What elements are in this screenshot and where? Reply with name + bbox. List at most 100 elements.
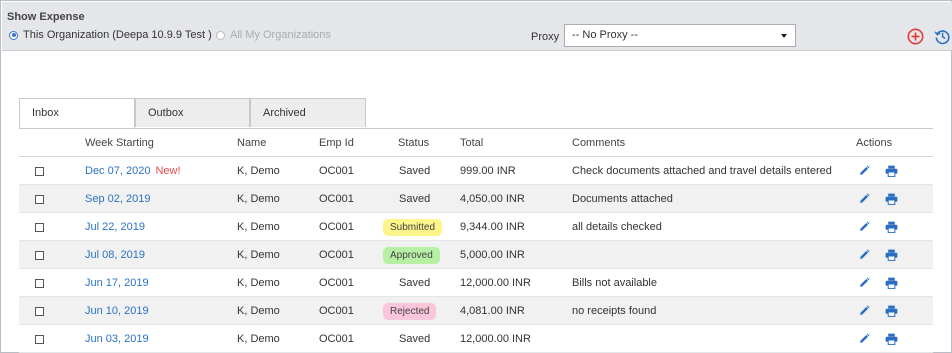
week-starting-cell: Jul 22, 2019 (85, 213, 145, 241)
row-checkbox[interactable] (35, 307, 44, 316)
status-badge: Approved (383, 247, 440, 264)
table-row: Jun 03, 2019 K, Demo OC001 Saved 12,000.00 I… (19, 325, 933, 353)
column-name[interactable]: Name (237, 129, 266, 157)
row-checkbox[interactable] (35, 223, 44, 232)
comments-cell: no receipts found (572, 305, 657, 317)
week-starting-link[interactable]: Dec 07, 2020 (85, 165, 150, 177)
column-comments[interactable]: Comments (572, 129, 625, 157)
status-text: Saved (399, 277, 431, 289)
table-header: Week Starting Name Emp Id Status Total C… (19, 129, 933, 157)
week-starting-cell: Dec 07, 2020 New! (85, 157, 181, 185)
comments-cell: Bills not available (572, 277, 657, 289)
tab-inbox[interactable]: Inbox (19, 98, 135, 128)
week-starting-link[interactable]: Jun 10, 2019 (85, 305, 149, 317)
radio-checked-icon[interactable] (9, 30, 18, 40)
pencil-icon[interactable] (858, 333, 870, 345)
emp-id-cell: OC001 (319, 277, 354, 289)
table-row: Sep 02, 2019 K, Demo OC001 Saved 4,050.00 IN… (19, 185, 933, 213)
this-organization-label: This Organization (Deepa 10.9.9 Test ) (23, 29, 212, 41)
proxy-selected-value: -- No Proxy -- (572, 29, 638, 41)
comments-cell: Documents attached (572, 193, 673, 205)
row-checkbox[interactable] (35, 279, 44, 288)
pencil-icon[interactable] (858, 165, 870, 177)
name-cell: K, Demo (237, 305, 280, 317)
row-checkbox[interactable] (35, 167, 44, 176)
printer-icon[interactable] (885, 193, 898, 205)
name-cell: K, Demo (237, 221, 280, 233)
chevron-down-icon (781, 34, 787, 38)
plus-circle-icon[interactable] (907, 28, 924, 45)
column-emp-id[interactable]: Emp Id (319, 129, 354, 157)
total-cell: 4,050.00 INR (460, 193, 525, 205)
table-row: Jun 17, 2019 K, Demo OC001 Saved 12,000.00 I… (19, 269, 933, 297)
status-badge: Rejected (383, 303, 437, 320)
pencil-icon[interactable] (858, 277, 870, 289)
tab-archived[interactable]: Archived (250, 98, 366, 127)
proxy-select[interactable]: -- No Proxy -- (564, 24, 796, 47)
expense-panel: Show Expense This Organization (Deepa 10… (0, 0, 952, 353)
radio-unchecked-icon[interactable] (216, 30, 225, 40)
table-row: Jul 08, 2019 K, Demo OC001 Approved 5,000.00… (19, 241, 933, 269)
table-row: Jul 22, 2019 K, Demo OC001 Submitted 9,344.0… (19, 213, 933, 241)
status-text: Saved (399, 193, 431, 205)
table-body: Dec 07, 2020 New! K, Demo OC001 Saved 999.00 … (19, 157, 933, 353)
status-text: Saved (399, 165, 431, 177)
table-row: Jun 10, 2019 K, Demo OC001 Rejected 4,081.00… (19, 297, 933, 325)
total-cell: 12,000.00 INR (460, 277, 531, 289)
pencil-icon[interactable] (858, 249, 870, 261)
proxy-label: Proxy (531, 31, 560, 43)
week-starting-link[interactable]: Sep 02, 2019 (85, 193, 150, 205)
week-starting-cell: Jun 10, 2019 (85, 297, 149, 325)
pencil-icon[interactable] (858, 305, 870, 317)
week-starting-link[interactable]: Jul 22, 2019 (85, 221, 145, 233)
week-starting-cell: Jun 17, 2019 (85, 269, 149, 297)
status-badge: Submitted (383, 219, 443, 236)
all-organizations-radio[interactable]: All My Organizations (216, 29, 331, 41)
column-total[interactable]: Total (460, 129, 483, 157)
this-organization-radio[interactable]: This Organization (Deepa 10.9.9 Test ) (9, 29, 212, 41)
week-starting-cell: Jun 03, 2019 (85, 325, 149, 353)
comments-cell: all details checked (572, 221, 662, 233)
emp-id-cell: OC001 (319, 333, 354, 345)
pencil-icon[interactable] (858, 221, 870, 233)
emp-id-cell: OC001 (319, 193, 354, 205)
week-starting-cell: Jul 08, 2019 (85, 241, 145, 269)
tab-outbox[interactable]: Outbox (135, 98, 250, 127)
name-cell: K, Demo (237, 165, 280, 177)
pencil-icon[interactable] (858, 193, 870, 205)
row-checkbox[interactable] (35, 251, 44, 260)
printer-icon[interactable] (885, 221, 898, 233)
printer-icon[interactable] (885, 305, 898, 317)
history-icon[interactable] (934, 28, 951, 45)
table-row: Dec 07, 2020 New! K, Demo OC001 Saved 999.00 … (19, 157, 933, 185)
name-cell: K, Demo (237, 277, 280, 289)
printer-icon[interactable] (885, 249, 898, 261)
all-organizations-label: All My Organizations (230, 29, 331, 41)
week-starting-link[interactable]: Jul 08, 2019 (85, 249, 145, 261)
column-week-starting[interactable]: Week Starting (85, 129, 154, 157)
week-starting-link[interactable]: Jun 03, 2019 (85, 333, 149, 345)
column-status[interactable]: Status (398, 129, 429, 157)
emp-id-cell: OC001 (319, 249, 354, 261)
printer-icon[interactable] (885, 277, 898, 289)
emp-id-cell: OC001 (319, 221, 354, 233)
name-cell: K, Demo (237, 249, 280, 261)
total-cell: 4,081.00 INR (460, 305, 525, 317)
emp-id-cell: OC001 (319, 305, 354, 317)
total-cell: 5,000.00 INR (460, 249, 525, 261)
total-cell: 999.00 INR (460, 165, 516, 177)
row-checkbox[interactable] (35, 195, 44, 204)
emp-id-cell: OC001 (319, 165, 354, 177)
expense-table: Week Starting Name Emp Id Status Total C… (19, 128, 933, 353)
row-checkbox[interactable] (35, 335, 44, 344)
name-cell: K, Demo (237, 193, 280, 205)
page-title: Show Expense (7, 11, 85, 23)
printer-icon[interactable] (885, 165, 898, 177)
week-starting-cell: Sep 02, 2019 (85, 185, 150, 213)
week-starting-link[interactable]: Jun 17, 2019 (85, 277, 149, 289)
new-tag: New! (155, 165, 181, 177)
comments-cell: Check documents attached and travel deta… (572, 165, 832, 177)
printer-icon[interactable] (885, 333, 898, 345)
column-actions: Actions (856, 137, 893, 149)
total-cell: 9,344.00 INR (460, 221, 525, 233)
